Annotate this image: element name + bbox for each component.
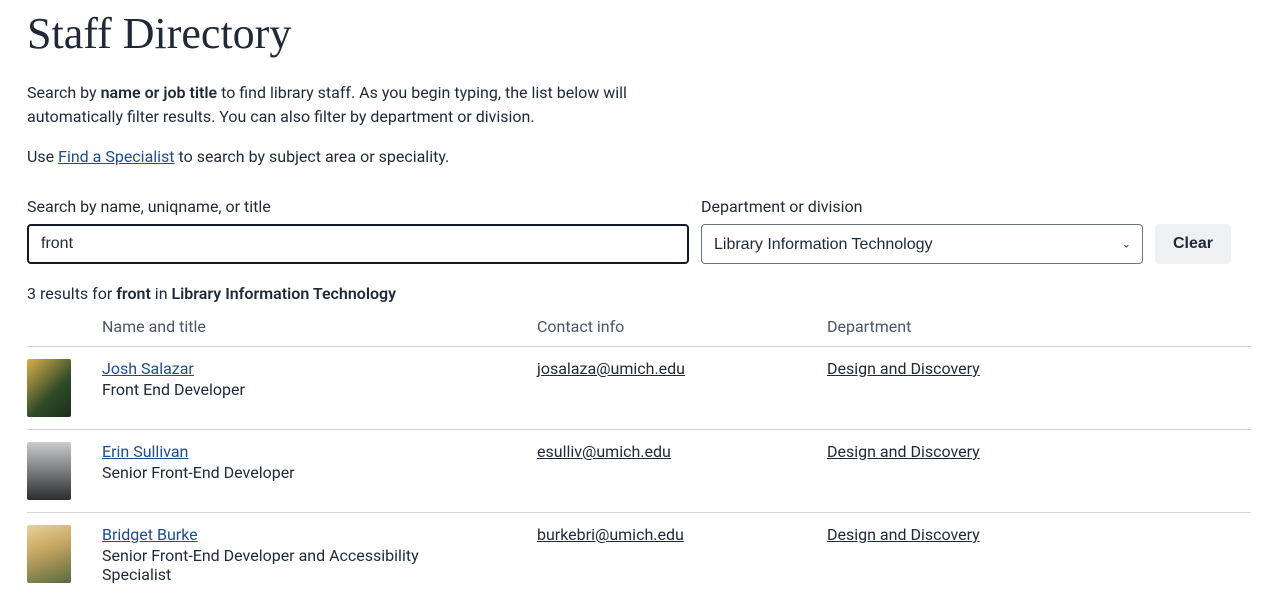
person-name-link[interactable]: Josh Salazar <box>102 359 194 378</box>
intro2-prefix: Use <box>27 147 58 166</box>
results-in: in <box>151 284 172 303</box>
table-header: Name and title Contact info Department <box>27 317 1251 347</box>
person-name-link[interactable]: Bridget Burke <box>102 525 198 544</box>
search-controls: Search by name, uniqname, or title Depar… <box>27 197 1251 264</box>
intro-bold: name or job title <box>101 83 218 102</box>
search-label: Search by name, uniqname, or title <box>27 197 689 216</box>
person-title: Senior Front-End Developer <box>102 463 482 482</box>
table-row: Josh Salazar Front End Developer josalaza@… <box>27 347 1251 430</box>
table-row: Erin Sullivan Senior Front-End Developer e… <box>27 430 1251 513</box>
results-summary: 3 results for front in Library Informati… <box>27 284 1251 303</box>
clear-button[interactable]: Clear <box>1155 224 1231 264</box>
avatar <box>27 442 71 500</box>
page-title: Staff Directory <box>27 8 1251 59</box>
avatar <box>27 525 71 583</box>
results-count: 3 results for <box>27 284 116 303</box>
results-term: front <box>116 284 151 303</box>
results-dept: Library Information Technology <box>172 284 397 303</box>
dept-label: Department or division <box>701 197 1143 216</box>
person-email-link[interactable]: josalaza@umich.edu <box>537 359 685 378</box>
person-dept-link[interactable]: Design and Discovery <box>827 359 980 378</box>
person-dept-link[interactable]: Design and Discovery <box>827 442 980 461</box>
person-dept-link[interactable]: Design and Discovery <box>827 525 980 544</box>
person-title: Senior Front-End Developer and Accessibi… <box>102 546 482 584</box>
search-input[interactable] <box>27 224 689 264</box>
intro-text: Search by name or job title to find libr… <box>27 81 647 169</box>
results-table: Name and title Contact info Department J… <box>27 317 1251 596</box>
intro2-suffix: to search by subject area or speciality. <box>175 147 450 166</box>
col-name: Name and title <box>102 317 537 336</box>
col-contact: Contact info <box>537 317 827 336</box>
intro-prefix: Search by <box>27 83 101 102</box>
avatar <box>27 359 71 417</box>
person-email-link[interactable]: esulliv@umich.edu <box>537 442 671 461</box>
table-row: Bridget Burke Senior Front-End Developer … <box>27 513 1251 596</box>
person-title: Front End Developer <box>102 380 482 399</box>
person-email-link[interactable]: burkebri@umich.edu <box>537 525 684 544</box>
person-name-link[interactable]: Erin Sullivan <box>102 442 188 461</box>
col-dept: Department <box>827 317 1251 336</box>
find-specialist-link[interactable]: Find a Specialist <box>58 147 174 166</box>
dept-select[interactable]: Library Information Technology <box>701 224 1143 264</box>
